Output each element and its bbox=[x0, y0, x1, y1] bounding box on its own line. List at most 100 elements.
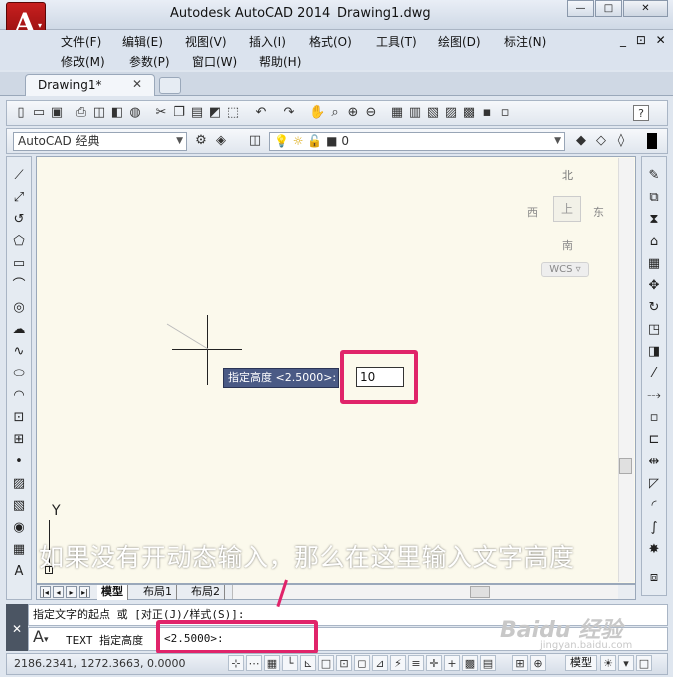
annotation-scale-icon[interactable]: ☀ bbox=[600, 655, 616, 671]
multiline-text-icon[interactable]: A bbox=[10, 563, 28, 581]
cut-icon[interactable]: ✂ bbox=[153, 105, 169, 121]
make-block-icon[interactable]: ⊞ bbox=[10, 431, 28, 449]
chamfer-icon[interactable]: ◸ bbox=[645, 475, 663, 493]
viewcube-east[interactable]: 东 bbox=[593, 204, 604, 220]
close-icon[interactable]: ✕ bbox=[12, 622, 22, 636]
rotate-icon[interactable]: ↻ bbox=[645, 299, 663, 317]
markup-icon[interactable]: ▩ bbox=[461, 105, 477, 121]
wcs-menu[interactable]: WCS ▿ bbox=[541, 262, 589, 277]
offset-icon[interactable]: ⌂ bbox=[645, 233, 663, 251]
sheet-set-icon[interactable]: ▨ bbox=[443, 105, 459, 121]
layer-previous-icon[interactable]: ◇ bbox=[593, 133, 609, 149]
menu-format[interactable]: 格式(O) bbox=[309, 33, 352, 50]
clean-screen-icon[interactable]: □ bbox=[636, 655, 652, 671]
menu-modify[interactable]: 修改(M) bbox=[61, 53, 105, 70]
design-center-icon[interactable]: ▥ bbox=[407, 105, 423, 121]
join-icon[interactable]: ⇹ bbox=[645, 453, 663, 471]
tool-palettes-icon[interactable]: ▧ bbox=[425, 105, 441, 121]
vertical-scroll-thumb[interactable] bbox=[619, 458, 632, 474]
line-icon[interactable]: ⟋ bbox=[10, 167, 28, 185]
snap-mode-icon[interactable]: ⋯ bbox=[246, 655, 262, 671]
grid-display-icon[interactable]: ▦ bbox=[264, 655, 280, 671]
command-line-grip[interactable]: ✕ bbox=[6, 604, 28, 651]
horizontal-scroll-thumb[interactable] bbox=[470, 586, 490, 598]
tab-layout2[interactable]: 布局2 bbox=[187, 585, 225, 600]
layer-dropdown[interactable]: 💡 ☼ 🔓 ■ 0 ▼ bbox=[269, 132, 565, 151]
text-command-icon[interactable]: A▾ bbox=[33, 627, 48, 646]
workspace-dropdown[interactable]: AutoCAD 经典 ▼ bbox=[13, 132, 187, 151]
open-file-icon[interactable]: ▭ bbox=[31, 105, 47, 121]
save-icon[interactable]: ▣ bbox=[49, 105, 65, 121]
extend-icon[interactable]: ⤏ bbox=[645, 387, 663, 405]
fillet-icon[interactable]: ◜ bbox=[645, 497, 663, 515]
ellipse-arc-icon[interactable]: ◠ bbox=[10, 387, 28, 405]
revision-cloud-icon[interactable]: ☁ bbox=[10, 321, 28, 339]
pan-icon[interactable]: ✋ bbox=[309, 105, 325, 121]
close-button[interactable]: ✕ bbox=[623, 0, 668, 17]
tab-model[interactable]: 模型 bbox=[97, 585, 128, 600]
object-snap-icon[interactable]: □ bbox=[318, 655, 334, 671]
help-icon[interactable]: ? bbox=[633, 105, 649, 121]
viewcube-west[interactable]: 西 bbox=[527, 204, 538, 220]
undo-icon[interactable]: ↶ bbox=[253, 105, 269, 121]
polyline-icon[interactable]: ↺ bbox=[10, 211, 28, 229]
ellipse-icon[interactable]: ⬭ bbox=[10, 365, 28, 383]
horizontal-scrollbar[interactable] bbox=[232, 585, 618, 599]
lineweight-icon[interactable]: ≡ bbox=[408, 655, 424, 671]
first-layout-icon[interactable]: |◂ bbox=[40, 586, 51, 598]
color-control[interactable] bbox=[647, 133, 657, 149]
model-space-button[interactable]: 模型 bbox=[565, 655, 597, 671]
quick-view-drawings-icon[interactable]: ⊕ bbox=[530, 655, 546, 671]
menu-insert[interactable]: 插入(I) bbox=[249, 33, 286, 50]
point-icon[interactable]: • bbox=[10, 453, 28, 471]
file-tab-drawing1[interactable]: Drawing1* ✕ bbox=[25, 74, 155, 96]
move-icon[interactable]: ✥ bbox=[645, 277, 663, 295]
object-snap-tracking-icon[interactable]: ◻ bbox=[354, 655, 370, 671]
mdi-window-controls[interactable]: _ ⊡ ✕ bbox=[620, 33, 669, 47]
array-icon[interactable]: ▦ bbox=[645, 255, 663, 273]
workspace-settings-icon[interactable]: ⚙ bbox=[193, 133, 209, 149]
menu-draw[interactable]: 绘图(D) bbox=[438, 33, 481, 50]
ortho-mode-icon[interactable]: └ bbox=[282, 655, 298, 671]
viewcube-north[interactable]: 北 bbox=[562, 167, 573, 183]
tab-layout1[interactable]: 布局1 bbox=[139, 585, 177, 600]
menu-dimension[interactable]: 标注(N) bbox=[504, 33, 546, 50]
explode-icon[interactable]: ✸ bbox=[645, 541, 663, 559]
next-layout-icon[interactable]: ▸ bbox=[66, 586, 77, 598]
quickcalc-icon[interactable]: ▪ bbox=[479, 105, 495, 121]
print-preview-icon[interactable]: ◫ bbox=[91, 105, 107, 121]
polar-tracking-icon[interactable]: ⊾ bbox=[300, 655, 316, 671]
layer-states-icon[interactable]: ◊ bbox=[613, 133, 629, 149]
viewcube-south[interactable]: 南 bbox=[562, 237, 573, 253]
properties-icon[interactable]: ▦ bbox=[389, 105, 405, 121]
polygon-icon[interactable]: ⬠ bbox=[10, 233, 28, 251]
close-icon[interactable]: ✕ bbox=[132, 77, 142, 91]
make-current-layer-icon[interactable]: ◆ bbox=[573, 133, 589, 149]
coordinate-readout[interactable]: 2186.2341, 1272.3663, 0.0000 bbox=[14, 657, 185, 670]
mirror-icon[interactable]: ⧗ bbox=[645, 211, 663, 229]
menu-view[interactable]: 视图(V) bbox=[185, 33, 227, 50]
paste-icon[interactable]: ▤ bbox=[189, 105, 205, 121]
vertical-scrollbar[interactable] bbox=[618, 158, 634, 582]
menu-help[interactable]: 帮助(H) bbox=[259, 53, 301, 70]
menu-parameters[interactable]: 参数(P) bbox=[129, 53, 170, 70]
copy-icon[interactable]: ❐ bbox=[171, 105, 187, 121]
customize-icon[interactable]: ◈ bbox=[213, 133, 229, 149]
last-layout-icon[interactable]: ▸| bbox=[79, 586, 90, 598]
copy-object-icon[interactable]: ⧉ bbox=[645, 189, 663, 207]
break-at-point-icon[interactable]: ▫ bbox=[645, 409, 663, 427]
plot-icon[interactable]: ◧ bbox=[109, 105, 125, 121]
redo-icon[interactable]: ↷ bbox=[281, 105, 297, 121]
selection-cycling-icon[interactable]: ▩ bbox=[462, 655, 478, 671]
print-icon[interactable]: ⎙ bbox=[73, 105, 89, 121]
block-editor-icon[interactable]: ⬚ bbox=[225, 105, 241, 121]
3d-object-snap-icon[interactable]: ⊡ bbox=[336, 655, 352, 671]
stretch-icon[interactable]: ◨ bbox=[645, 343, 663, 361]
break-icon[interactable]: ⊏ bbox=[645, 431, 663, 449]
trim-icon[interactable]: ⁄ bbox=[645, 365, 663, 383]
insert-block-icon[interactable]: ⊡ bbox=[10, 409, 28, 427]
match-properties-icon[interactable]: ◩ bbox=[207, 105, 223, 121]
zoom-window-icon[interactable]: ⊕ bbox=[345, 105, 361, 121]
construction-line-icon[interactable]: ⤢ bbox=[10, 189, 28, 207]
annotation-monitor-icon[interactable]: ▤ bbox=[480, 655, 496, 671]
